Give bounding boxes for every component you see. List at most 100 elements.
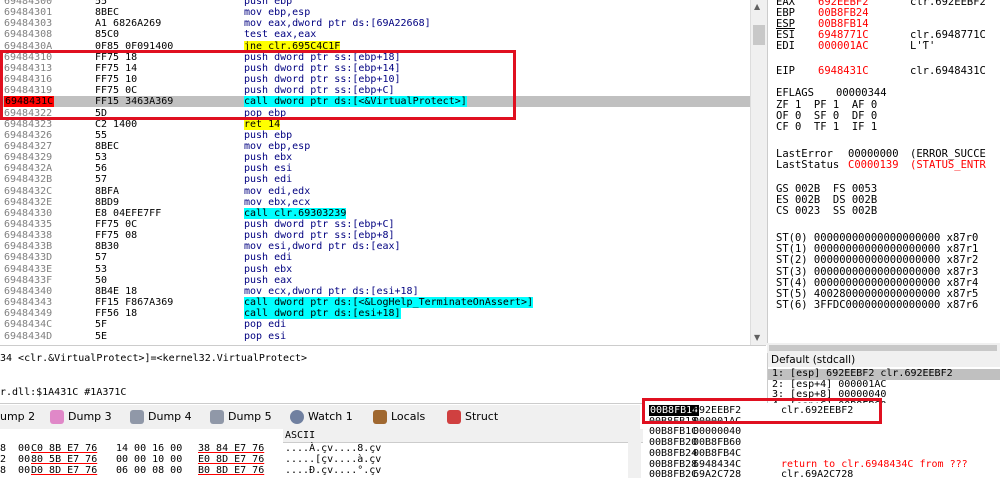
dump-group-3[interactable]: 38 84 E7 76 bbox=[198, 443, 264, 455]
dump-group-1[interactable]: D0 8D E7 76 bbox=[31, 465, 97, 477]
stack-row[interactable]: 00B8FB1C 00000040 bbox=[649, 426, 999, 437]
registers-panel[interactable]: EAX 692EEBF2 clr.692EEBF2 EBP 00B8FB24 ESP 00B… bbox=[767, 0, 1000, 343]
disasm-row[interactable]: 69484323 C2 1400 ret 14 bbox=[0, 118, 750, 130]
disasm-row[interactable]: 69484310 FF75 18 push dword ptr ss:[ebp+18… bbox=[0, 52, 750, 63]
scrollbar-thumb[interactable] bbox=[769, 345, 997, 351]
disasm-bytes: 5F bbox=[95, 319, 108, 331]
dump-group-1[interactable]: C0 8B E7 76 bbox=[31, 443, 97, 455]
disasm-row[interactable]: 6948432C 8BFA mov edi,edx bbox=[0, 186, 750, 197]
disasm-row[interactable]: 6948434D 5E pop esi bbox=[0, 331, 750, 342]
stack-row[interactable]: 00B8FB14 692EEBF2 clr.692EEBF2 bbox=[649, 405, 999, 416]
disasm-row[interactable]: 6948433E 53 push ebx bbox=[0, 264, 750, 275]
registers-hscrollbar[interactable] bbox=[767, 343, 1000, 353]
last-status-row[interactable]: LastStatus C0000139 (STATUS_ENTR bbox=[776, 160, 986, 171]
dump-ascii[interactable]: ....Ð.çv....°.çv bbox=[285, 465, 381, 477]
disasm-row[interactable]: 69484327 8BEC mov ebp,esp bbox=[0, 141, 750, 152]
disasm-row[interactable]: 6948433F 50 push eax bbox=[0, 275, 750, 286]
stack-row[interactable]: 00B8FB18 000001AC bbox=[649, 416, 999, 427]
call-arg-row[interactable]: 1: [esp] 692EEBF2 clr.692EEBF2 bbox=[768, 368, 1000, 380]
disasm-row[interactable]: 6948432B 57 push edi bbox=[0, 174, 750, 185]
stack-value[interactable]: 000001AC bbox=[693, 416, 741, 427]
disasm-row[interactable]: 6948432A 56 push esi bbox=[0, 163, 750, 174]
disasm-row[interactable]: 6948430A 0F85 0F091400 jne clr.695C4C1F bbox=[0, 40, 750, 52]
scroll-down-icon[interactable]: ▼ bbox=[754, 333, 760, 342]
disasm-instruction: call dword ptr ds:[<&VirtualProtect>] bbox=[244, 96, 467, 108]
disasm-row[interactable]: 69484349 FF56 18 call dword ptr ds:[esi+18… bbox=[0, 308, 750, 320]
disasm-row[interactable]: 6948433D 57 push edi bbox=[0, 252, 750, 263]
register-value[interactable]: 00000344 bbox=[836, 88, 928, 99]
tab-locals[interactable]: Locals bbox=[373, 407, 425, 427]
tab-dump-3[interactable]: Dump 3 bbox=[50, 407, 112, 427]
disasm-row[interactable]: 69484326 55 push ebp bbox=[0, 130, 750, 141]
disasm-row[interactable]: 69484303 A1 6826A269 mov eax,dword ptr ds:… bbox=[0, 18, 750, 29]
dump-left[interactable]: 8 00 bbox=[0, 465, 30, 477]
disasm-row[interactable]: 69484340 8B4E 18 mov ecx,dword ptr ds:[esi… bbox=[0, 286, 750, 297]
call-args-panel[interactable]: Default (stdcall) 1: [esp] 692EEBF2 clr.… bbox=[767, 353, 1000, 410]
disasm-row[interactable]: 69484308 85C0 test eax,eax bbox=[0, 29, 750, 40]
dump-group-3[interactable]: E0 8D E7 76 bbox=[198, 454, 264, 466]
stack-value[interactable]: 00B8FB4C bbox=[693, 448, 741, 459]
disasm-row[interactable]: 69484300 55 push ebp bbox=[0, 0, 750, 7]
info-panel: 34 <clr.&VirtualProtect>]=<kernel32.Virt… bbox=[0, 345, 766, 404]
stack-row[interactable]: 00B8FB24 00B8FB4C bbox=[649, 448, 999, 459]
tab-dump-5[interactable]: Dump 5 bbox=[210, 407, 272, 427]
segment-row[interactable]: CS 0023 SS 002B bbox=[776, 206, 877, 217]
disasm-row[interactable]: 69484335 FF75 0C push dword ptr ss:[ebp+C] bbox=[0, 219, 750, 230]
disasm-row[interactable]: 69484329 53 push ebx bbox=[0, 152, 750, 163]
disasm-row[interactable]: 69484316 FF75 10 push dword ptr ss:[ebp+10… bbox=[0, 74, 750, 85]
dump-group-3[interactable]: B0 8D E7 76 bbox=[198, 465, 264, 477]
tab-struct[interactable]: Struct bbox=[447, 407, 498, 427]
tab-dump-4[interactable]: Dump 4 bbox=[130, 407, 192, 427]
register-value[interactable]: 6948431C bbox=[818, 66, 910, 77]
scrollbar-thumb[interactable] bbox=[753, 25, 765, 45]
disasm-row[interactable]: 6948433B 8B30 mov esi,dword ptr ds:[eax] bbox=[0, 241, 750, 252]
disasm-row[interactable]: 6948434C 5F pop edi bbox=[0, 319, 750, 330]
dump-left[interactable]: 2 00 bbox=[0, 454, 30, 466]
disasm-row[interactable]: 69484343 FF15 F867A369 call dword ptr ds:[… bbox=[0, 297, 750, 309]
dump-group-1[interactable]: 80 5B E7 76 bbox=[31, 454, 97, 466]
stack-row[interactable]: 00B8FB20 00B8FB60 bbox=[649, 437, 999, 448]
tab-watch-1[interactable]: Watch 1 bbox=[290, 407, 353, 427]
stack-value[interactable]: 00000040 bbox=[693, 426, 741, 437]
scroll-up-icon[interactable]: ▲ bbox=[754, 2, 760, 11]
disasm-row[interactable]: 69484313 FF75 14 push dword ptr ss:[ebp+14… bbox=[0, 63, 750, 74]
disasm-row[interactable]: 69484338 FF75 08 push dword ptr ss:[ebp+8] bbox=[0, 230, 750, 241]
register-row-edi[interactable]: EDI 000001AC L'Ƭ' bbox=[776, 41, 935, 52]
stack-row[interactable]: 00B8FB2C 69A2C728 clr.69A2C728 bbox=[649, 469, 999, 480]
stack-row[interactable]: 00B8FB28 6948434C return to clr.6948434C f… bbox=[649, 459, 999, 470]
dump-group-2[interactable]: 14 00 16 00 bbox=[116, 443, 182, 455]
disasm-row[interactable]: 69484301 8BEC mov ebp,esp bbox=[0, 7, 750, 18]
stack-value[interactable]: 692EEBF2 bbox=[693, 405, 741, 416]
disassembly-scrollbar[interactable]: ▲ ▼ bbox=[750, 0, 767, 345]
flags-row[interactable]: CF 0 TF 1 IF 1 bbox=[776, 122, 877, 133]
dump-ascii[interactable]: ....À.çv....8.çv bbox=[285, 443, 381, 455]
stack-view[interactable]: 00B8FB14 692EEBF2 clr.692EEBF2 00B8FB18 0000… bbox=[645, 403, 1000, 480]
disasm-row[interactable]: 69484319 FF75 0C push dword ptr ss:[ebp+C] bbox=[0, 85, 750, 96]
register-row-eip[interactable]: EIP 6948431C clr.6948431C bbox=[776, 66, 986, 77]
disasm-row[interactable]: 69484322 5D pop ebp bbox=[0, 108, 750, 119]
dump-ascii[interactable]: .....[çv....à.çv bbox=[285, 454, 381, 466]
register-row-eflags[interactable]: EFLAGS 00000344 bbox=[776, 88, 928, 99]
register-description: clr.6948431C bbox=[910, 65, 986, 77]
register-value[interactable]: 000001AC bbox=[818, 41, 910, 52]
dump-group-2[interactable]: 00 00 10 00 bbox=[116, 454, 182, 466]
disasm-row[interactable]: 6948432E 8BD9 mov ebx,ecx bbox=[0, 197, 750, 208]
dump-left[interactable]: 8 00 bbox=[0, 443, 30, 455]
register-row-esi[interactable]: ESI 6948771C clr.6948771C bbox=[776, 30, 986, 41]
stack-value[interactable]: 6948434C bbox=[693, 459, 741, 470]
hex-dump-view[interactable]: ASCII 8 00 C0 8B E7 76 14 00 16 00 38 84 E7… bbox=[0, 429, 643, 478]
fpu-register-row[interactable]: ST(2) 00000000000000000000 x87r2 bbox=[776, 255, 978, 266]
disassembly-view[interactable]: 69484300 55 push ebp 69484301 8BEC mov ebp,es… bbox=[0, 0, 750, 345]
disasm-row[interactable]: 6948431C FF15 3463A369 call dword ptr ds:[… bbox=[0, 96, 750, 108]
dump-scrollbar[interactable] bbox=[628, 429, 641, 478]
call-convention-header[interactable]: Default (stdcall) bbox=[768, 353, 1000, 367]
stack-value[interactable]: 69A2C728 bbox=[693, 469, 741, 480]
dump-group-2[interactable]: 06 00 08 00 bbox=[116, 465, 182, 477]
stack-value[interactable]: 00B8FB60 bbox=[693, 437, 741, 448]
tab-dump-2[interactable]: ump 2 bbox=[0, 407, 35, 427]
disasm-row[interactable]: 69484330 E8 04EFE7FF call clr.69303239 bbox=[0, 207, 750, 219]
register-row-eax[interactable]: EAX 692EEBF2 clr.692EEBF2 bbox=[776, 0, 986, 8]
fpu-register-row[interactable]: ST(3) 00000000000000000000 x87r3 bbox=[776, 266, 978, 278]
call-arg-row[interactable]: 3: [esp+8] 00000040 bbox=[772, 389, 886, 401]
fpu-register-row[interactable]: ST(6) 3FFDC000000000000000 x87r6 bbox=[776, 300, 978, 311]
